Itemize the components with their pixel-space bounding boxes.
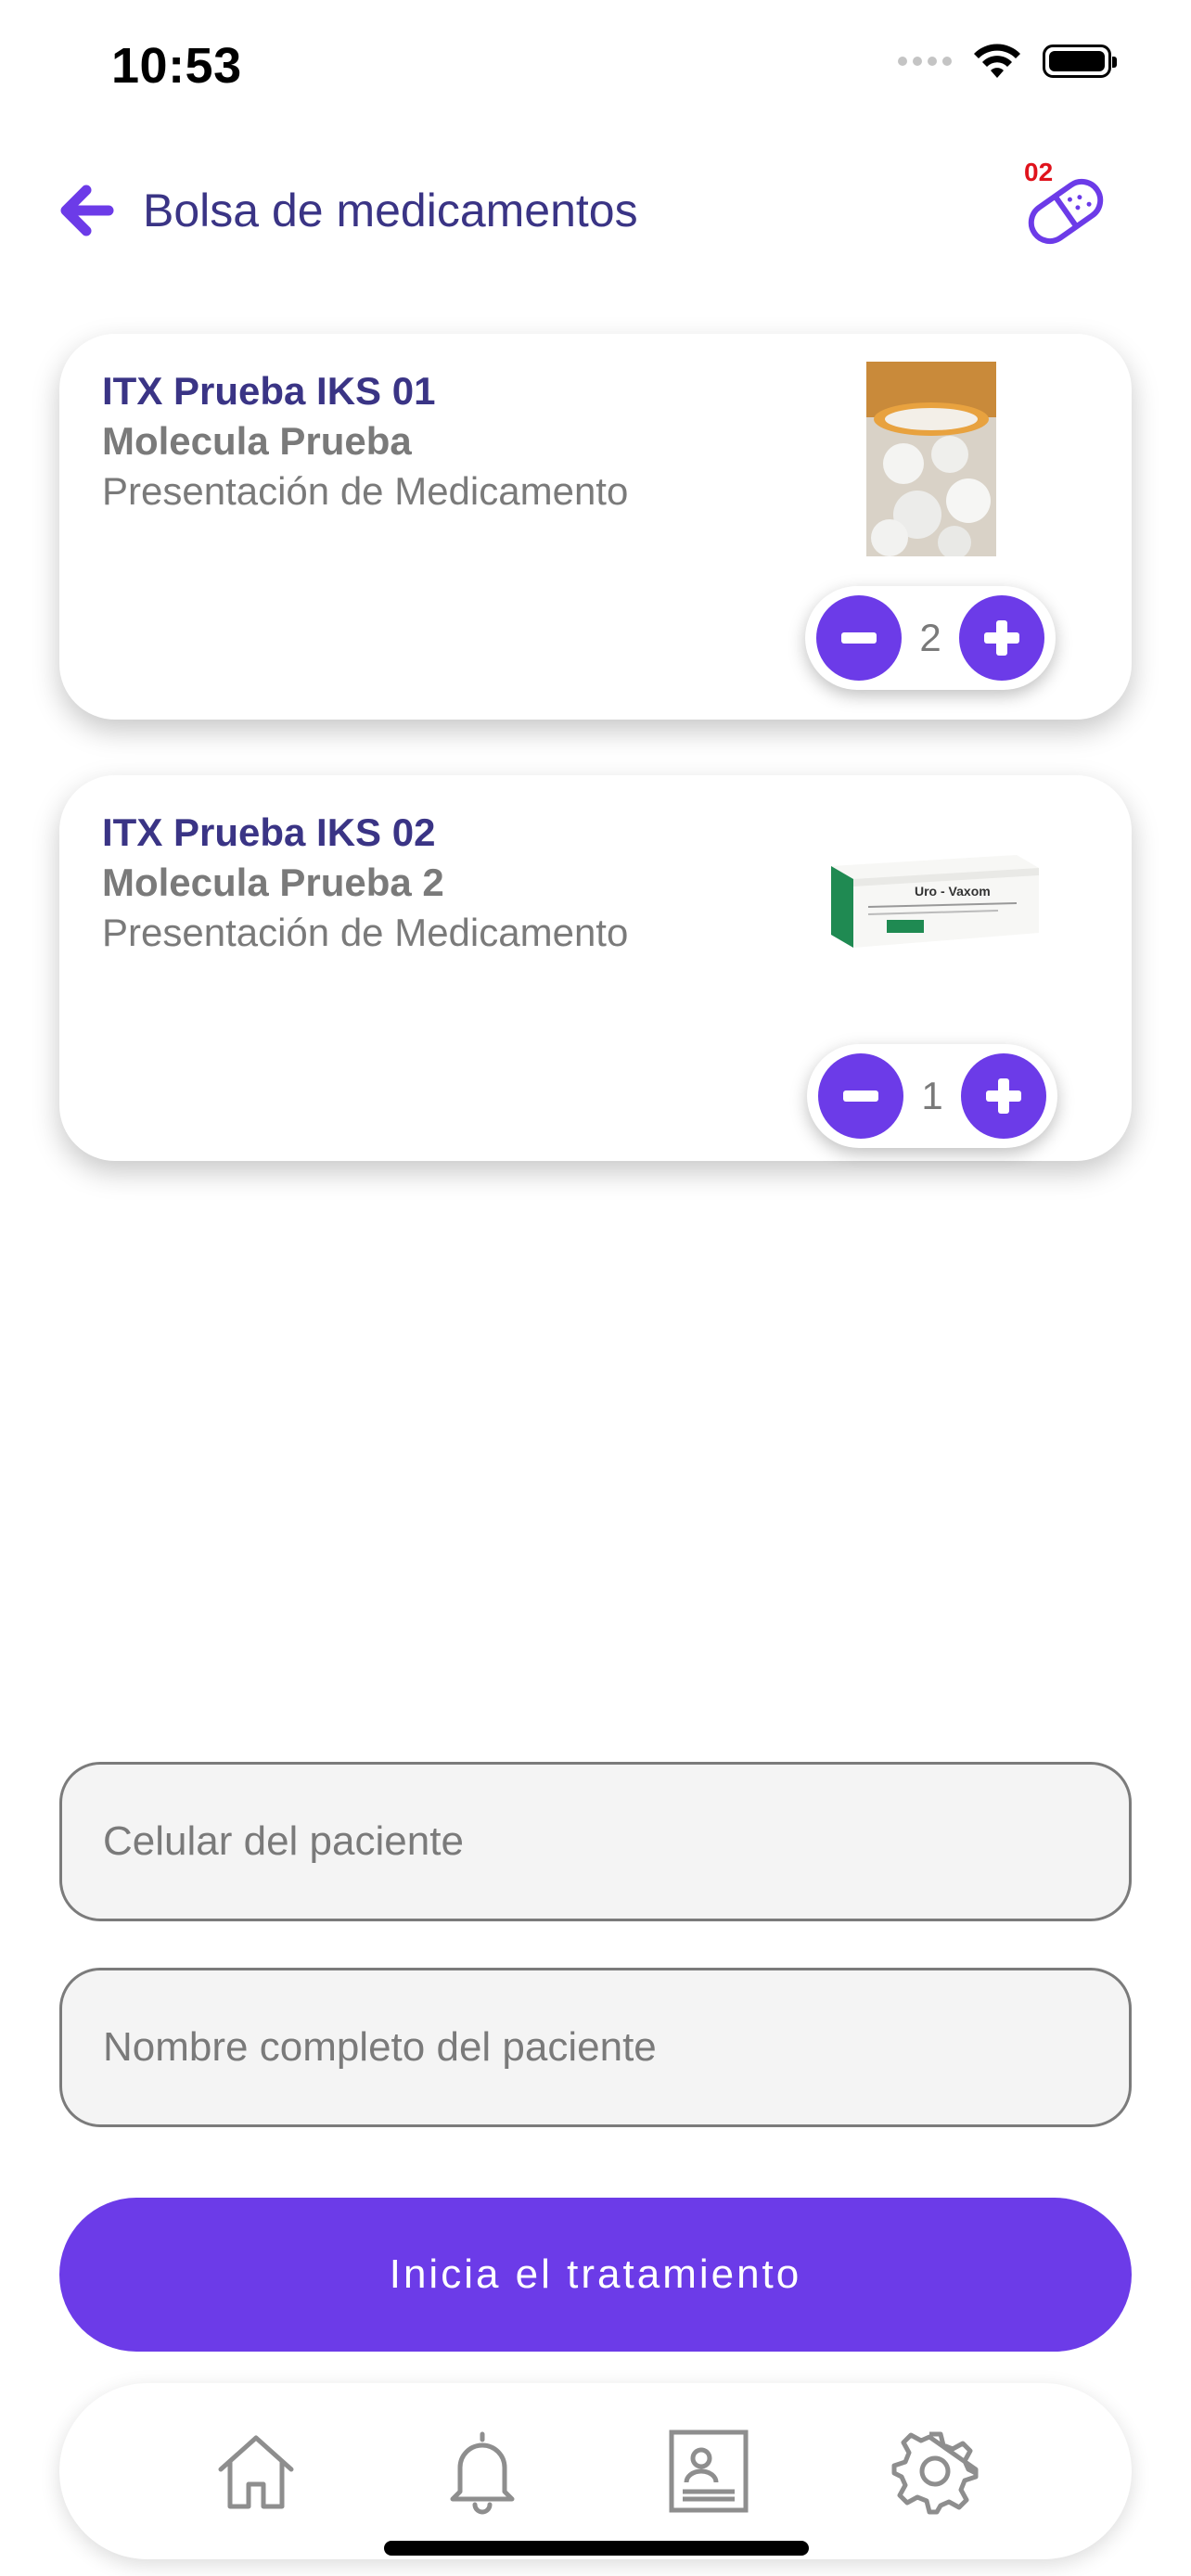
home-indicator [384,2541,809,2556]
battery-icon [1043,45,1117,78]
quantity-stepper: 1 [807,1044,1057,1148]
box-brand-text: Uro - Vaxom [915,884,991,899]
back-button[interactable] [54,178,119,243]
medication-presentation: Presentación de Medicamento [102,911,629,954]
increment-button[interactable] [958,595,1044,681]
decrement-button[interactable] [816,595,902,681]
medication-image: Uro - Vaxom [831,848,1039,955]
pill-icon [1028,178,1104,245]
patient-name-input[interactable] [101,2023,1129,2072]
medication-card: ITX Prueba IKS 01 Molecula Prueba Presen… [59,334,1132,720]
plus-icon [983,620,1019,656]
bottom-tab-bar [59,2383,1132,2559]
minus-icon [841,632,877,644]
quantity-value: 2 [919,616,941,659]
quantity-stepper: 2 [805,586,1056,690]
cellular-signal-icon [898,57,952,66]
medication-presentation: Presentación de Medicamento [102,469,629,513]
medication-name: ITX Prueba IKS 01 [102,369,436,413]
start-treatment-button[interactable]: Inicia el tratamiento [59,2198,1132,2352]
patient-name-field[interactable] [59,1968,1132,2127]
status-icons [898,43,1117,80]
gear-icon [891,2431,979,2515]
id-card-icon [669,2429,749,2513]
arrow-left-icon [60,185,114,236]
patient-phone-field[interactable] [59,1762,1132,1921]
increment-button[interactable] [960,1053,1046,1139]
medication-molecule: Molecula Prueba [102,419,412,463]
page-title: Bolsa de medicamentos [143,185,638,236]
medication-bag-button[interactable]: 02 [1015,154,1117,256]
wifi-icon [974,44,1020,78]
medication-image [866,362,996,556]
patient-phone-input[interactable] [101,1817,1129,1866]
tab-settings[interactable] [884,2420,986,2522]
tab-home[interactable] [205,2420,307,2522]
plus-icon [985,1078,1021,1114]
bell-icon [450,2431,515,2515]
home-icon [218,2435,294,2509]
medication-name: ITX Prueba IKS 02 [102,810,436,854]
medication-card: ITX Prueba IKS 02 Molecula Prueba 2 Pres… [59,775,1132,1161]
decrement-button[interactable] [818,1053,903,1139]
tab-profile[interactable] [658,2420,760,2522]
quantity-value: 1 [921,1074,943,1117]
status-time: 10:53 [111,38,242,94]
minus-icon [843,1090,878,1102]
medication-molecule: Molecula Prueba 2 [102,861,444,904]
tab-notifications[interactable] [431,2420,533,2522]
